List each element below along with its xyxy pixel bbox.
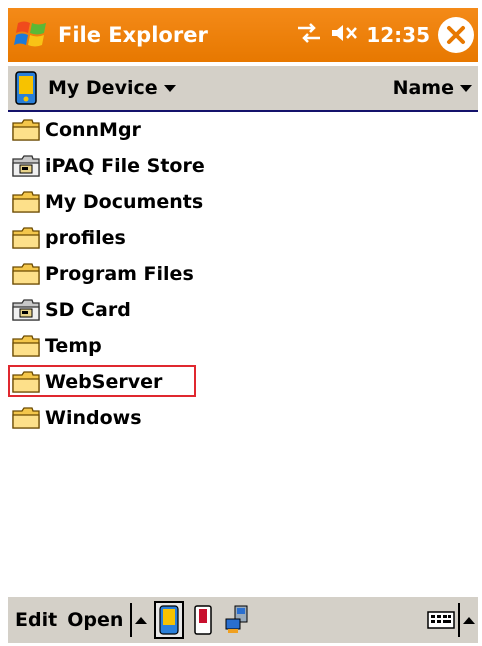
device-icon: [12, 70, 42, 106]
file-name: My Documents: [45, 191, 204, 213]
input-panel-toggle[interactable]: [460, 600, 478, 640]
folder-icon: [12, 370, 42, 394]
clock[interactable]: 12:35: [366, 23, 430, 47]
keyboard-icon[interactable]: [426, 601, 456, 639]
file-list: ConnMgr iPAQ File Store My Documents pro…: [8, 112, 478, 436]
close-icon[interactable]: [438, 17, 474, 53]
list-item[interactable]: iPAQ File Store: [8, 148, 478, 184]
file-name: Windows: [45, 407, 142, 429]
file-name: Program Files: [45, 263, 194, 285]
chevron-down-icon: [460, 84, 472, 92]
list-item[interactable]: ConnMgr: [8, 112, 478, 148]
folder-icon: [12, 406, 42, 430]
folder-icon: [12, 226, 42, 250]
folder-icon: [12, 334, 42, 358]
folder-icon: [12, 190, 42, 214]
storage-card-icon[interactable]: [188, 601, 218, 639]
windows-start-icon[interactable]: [8, 8, 56, 62]
list-item[interactable]: Windows: [8, 400, 478, 436]
folder-icon: [12, 262, 42, 286]
toolbar-expand-button[interactable]: [132, 600, 150, 640]
file-name: profiles: [45, 227, 126, 249]
list-item[interactable]: Temp: [8, 328, 478, 364]
title-bar: File Explorer 12:35: [8, 8, 478, 62]
location-header: My Device Name: [8, 66, 478, 112]
file-name: Temp: [45, 335, 102, 357]
app-title: File Explorer: [58, 23, 208, 47]
chevron-up-icon: [135, 616, 148, 624]
file-name: WebServer: [45, 371, 163, 393]
storage-card-folder-icon: [12, 298, 42, 322]
folder-icon: [12, 118, 42, 142]
open-menu-button[interactable]: Open: [64, 609, 126, 631]
chevron-down-icon: [163, 84, 176, 92]
file-explorer-window: File Explorer 12:35 My Device Name ConnM…: [0, 0, 482, 646]
location-label: My Device: [48, 77, 158, 99]
device-icon[interactable]: [154, 601, 185, 639]
location-dropdown[interactable]: My Device: [48, 77, 176, 99]
list-item[interactable]: Program Files: [8, 256, 478, 292]
edit-menu-button[interactable]: Edit: [12, 609, 60, 631]
storage-card-folder-icon: [12, 154, 42, 178]
command-bar: Edit Open: [8, 596, 478, 643]
list-item[interactable]: SD Card: [8, 292, 478, 328]
speaker-muted-icon[interactable]: [330, 22, 358, 48]
list-item[interactable]: My Documents: [8, 184, 478, 220]
file-name: SD Card: [45, 299, 131, 321]
chevron-up-icon: [463, 616, 475, 624]
file-name: iPAQ File Store: [45, 155, 205, 177]
list-item-highlighted[interactable]: WebServer: [8, 364, 478, 400]
sort-dropdown[interactable]: Name: [393, 77, 472, 99]
sort-label: Name: [392, 77, 454, 99]
connectivity-icon[interactable]: [296, 22, 322, 48]
list-item[interactable]: profiles: [8, 220, 478, 256]
network-share-icon[interactable]: [222, 601, 252, 639]
file-name: ConnMgr: [45, 119, 141, 141]
